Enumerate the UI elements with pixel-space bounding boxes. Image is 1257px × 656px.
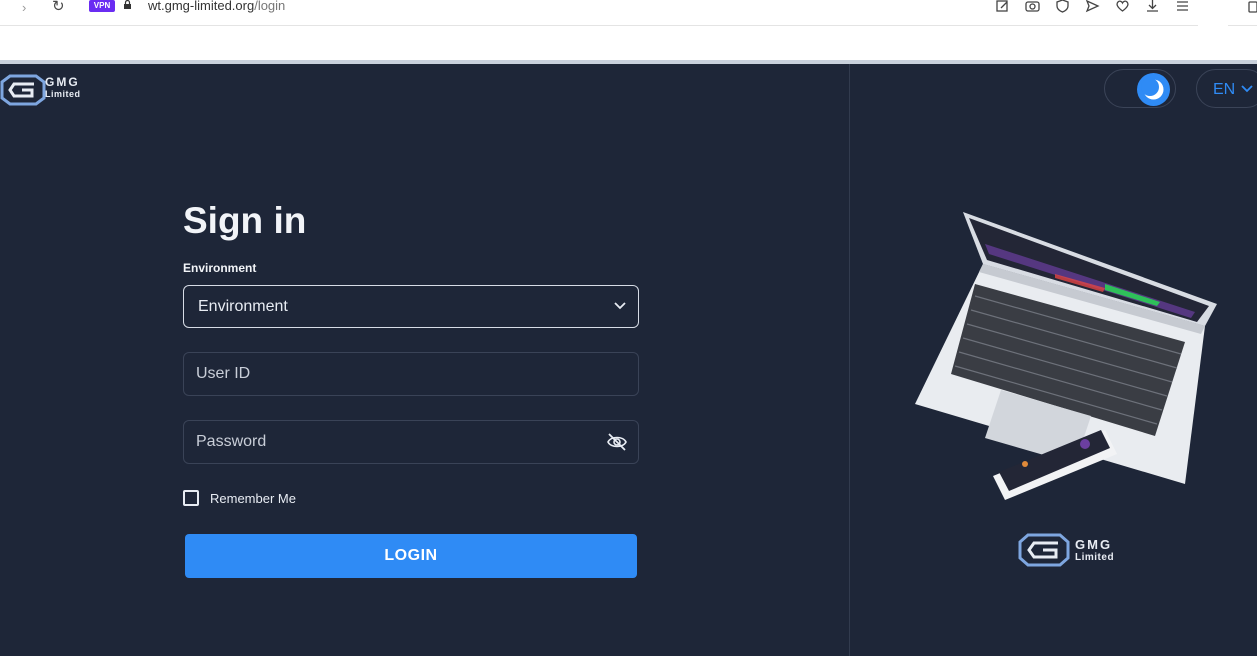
user-id-input[interactable] xyxy=(184,353,638,395)
menu-icon[interactable] xyxy=(1174,0,1191,13)
reload-icon[interactable]: ↻ xyxy=(52,0,65,15)
brand-sub: Limited xyxy=(45,89,81,99)
page-title: Sign in xyxy=(183,200,307,241)
download-icon[interactable] xyxy=(1144,0,1161,13)
eye-off-icon[interactable] xyxy=(607,433,627,451)
brand-name: GMG xyxy=(45,75,80,89)
extension-icon[interactable] xyxy=(1240,0,1257,14)
brand-wordmark-secondary: GMG Limited xyxy=(1075,537,1115,564)
laptop-phone-illustration xyxy=(915,212,1217,500)
panel-divider xyxy=(849,64,850,656)
send-icon[interactable] xyxy=(1084,0,1101,13)
browser-bookmarks-area xyxy=(0,26,1257,60)
moon-icon xyxy=(1141,78,1164,100)
login-button[interactable]: LOGIN xyxy=(185,534,637,578)
environment-selected-value: Environment xyxy=(198,298,288,315)
password-field xyxy=(183,420,639,464)
language-code: EN xyxy=(1213,81,1236,98)
environment-label: Environment xyxy=(183,261,257,275)
url-path: /login xyxy=(254,0,286,13)
password-input[interactable] xyxy=(184,421,638,463)
url-domain: wt.gmg-limited.org xyxy=(148,0,255,13)
address-bar[interactable]: wt.gmg-limited.org/login xyxy=(148,0,285,13)
brand-wordmark: GMG Limited xyxy=(45,75,81,100)
chevron-down-icon xyxy=(614,302,626,310)
edit-icon[interactable] xyxy=(994,0,1011,13)
remember-me-label[interactable]: Remember Me xyxy=(210,491,296,506)
lock-icon[interactable] xyxy=(123,0,132,9)
environment-select[interactable]: Environment xyxy=(183,285,639,328)
shield-icon[interactable] xyxy=(1054,0,1071,13)
toolbar-separator xyxy=(1198,0,1228,26)
browser-actions xyxy=(994,0,1191,13)
camera-icon[interactable] xyxy=(1024,0,1041,13)
chevron-down-icon xyxy=(1241,85,1253,93)
login-page: GMG Limited EN Sign in Environment Envir… xyxy=(0,64,1257,656)
forward-icon[interactable]: › xyxy=(22,0,26,15)
remember-me-checkbox[interactable] xyxy=(183,490,199,506)
theme-toggle-knob[interactable] xyxy=(1137,73,1170,106)
language-selector[interactable]: EN xyxy=(1196,69,1257,108)
heart-icon[interactable] xyxy=(1114,0,1131,13)
browser-toolbar: › ↻ VPN wt.gmg-limited.org/login xyxy=(0,0,1257,26)
vpn-badge[interactable]: VPN xyxy=(89,0,115,12)
brand-name: GMG xyxy=(1075,537,1113,552)
user-id-field xyxy=(183,352,639,396)
brand-sub: Limited xyxy=(1075,552,1115,563)
gmg-logo-icon xyxy=(1018,533,1070,567)
